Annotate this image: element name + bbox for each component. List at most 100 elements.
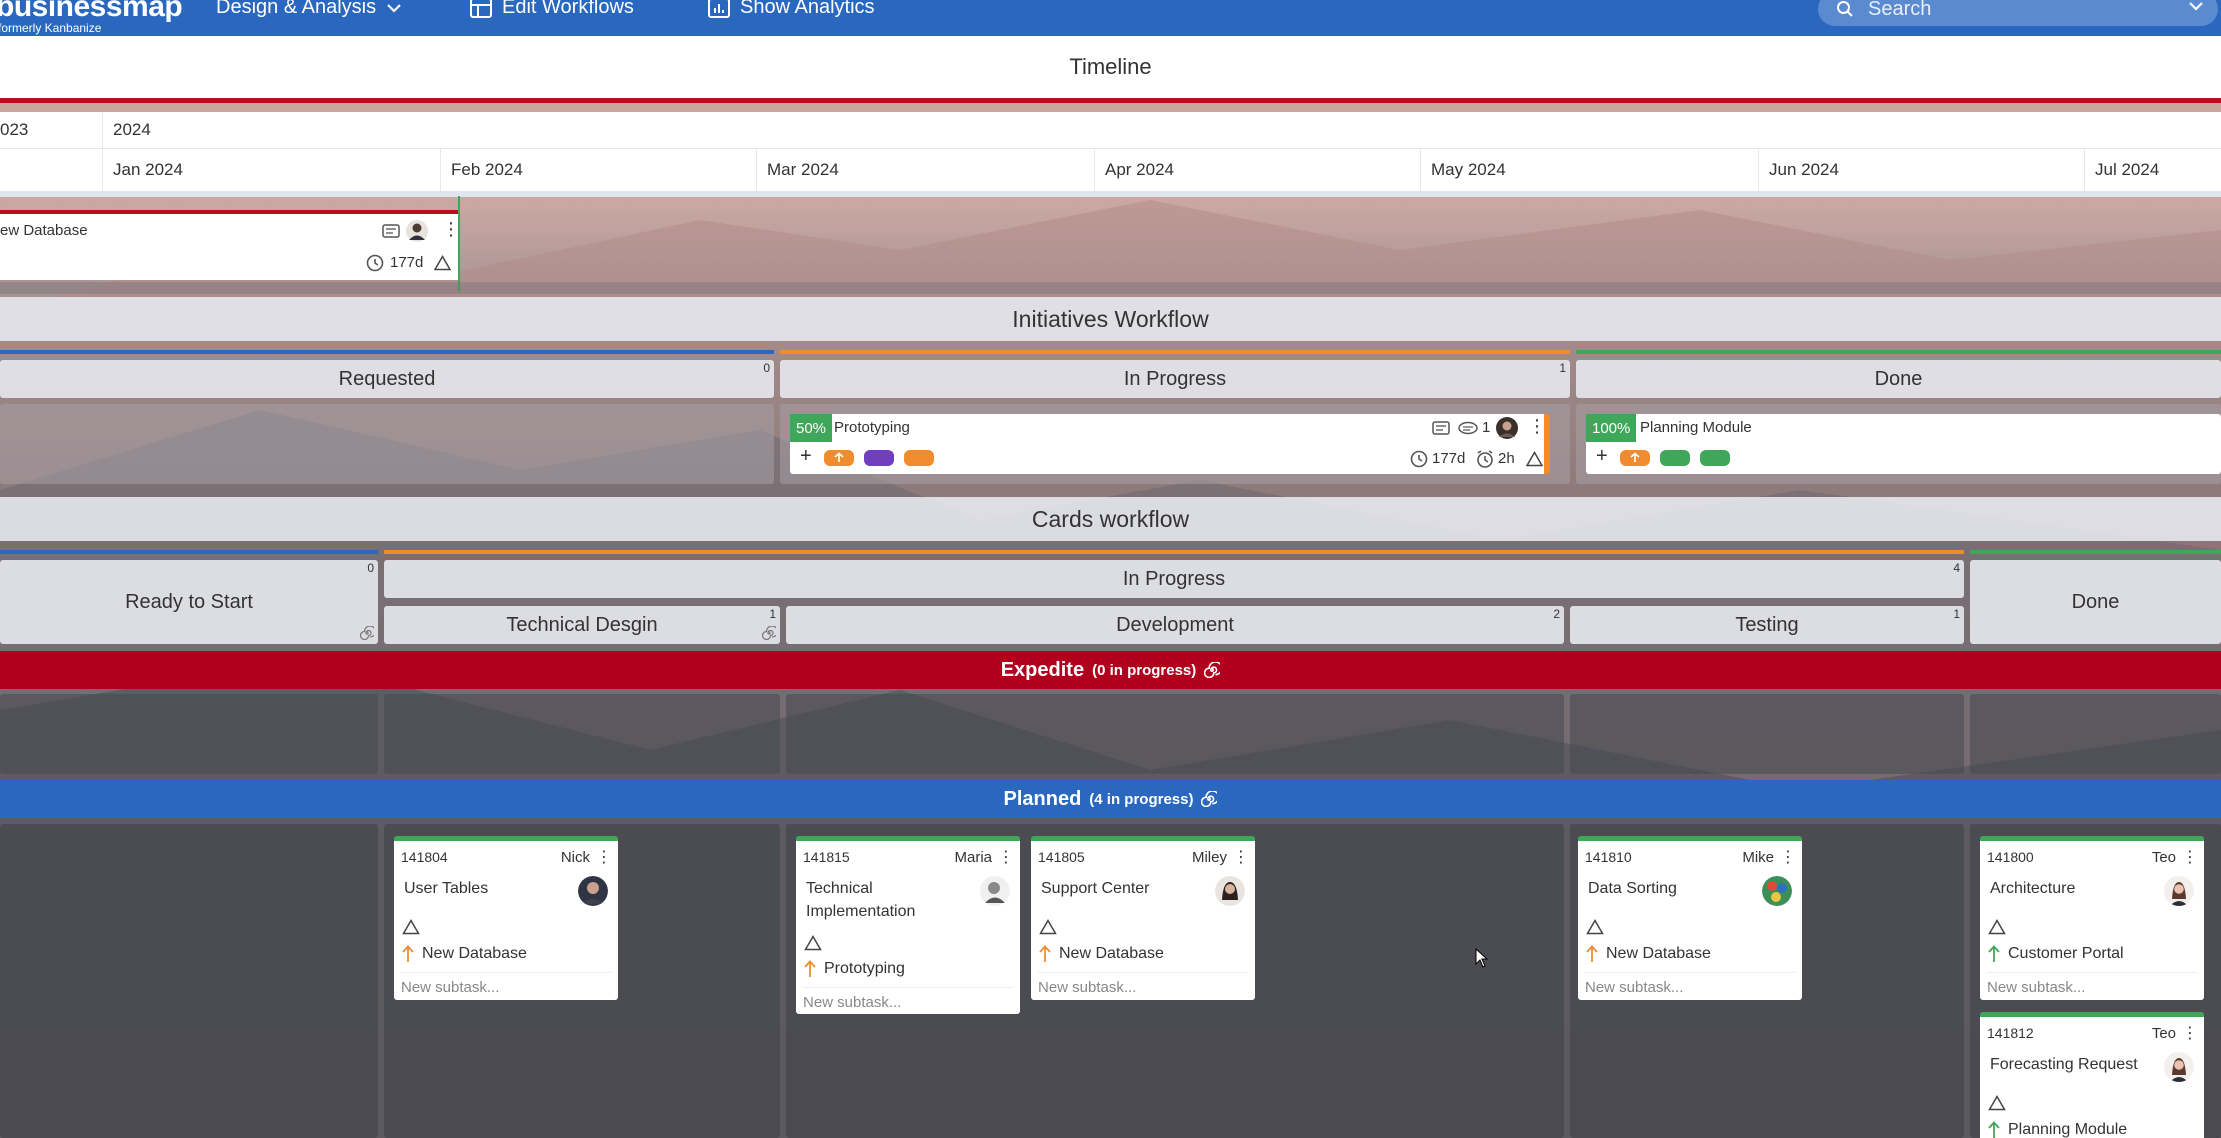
column-count: 0 <box>367 561 374 575</box>
column-development[interactable]: Development 2 <box>786 606 1564 644</box>
businessmap-logo[interactable]: businessmap formerly Kanbanize <box>0 0 183 34</box>
expedite-cell[interactable] <box>1570 694 1964 774</box>
card-details-icon[interactable] <box>1432 421 1450 435</box>
kanban-card-141812[interactable]: 141812 Teo ⋮ Forecasting Request Plannin… <box>1980 1012 2204 1138</box>
initiative-card-prototyping[interactable]: 50% Prototyping 1 ⋮ + 177d 2h <box>790 414 1550 474</box>
timeline-month: Mar 2024 <box>756 149 1094 191</box>
kanban-card-141805[interactable]: 141805 Miley ⋮ Support Center New Databa… <box>1031 836 1255 1000</box>
expedite-cell[interactable] <box>0 694 378 774</box>
column-in-progress[interactable]: In Progress 1 <box>780 360 1570 398</box>
column-done[interactable]: Done <box>1576 360 2221 398</box>
column-done[interactable]: Done <box>1970 560 2221 644</box>
new-subtask-input[interactable]: New subtask... <box>1585 972 1795 996</box>
avatar[interactable] <box>2164 876 2194 906</box>
add-icon[interactable]: + <box>1596 446 1608 466</box>
nav-edit-workflows[interactable]: Edit Workflows <box>470 0 634 19</box>
clock-icon <box>366 254 384 272</box>
expedite-cell[interactable] <box>786 694 1564 774</box>
new-subtask-input[interactable]: New subtask... <box>1987 972 2197 996</box>
warning-triangle-icon[interactable] <box>1039 919 1057 935</box>
swimlane-expedite[interactable]: Expedite (0 in progress) <box>0 651 2221 689</box>
tag-green[interactable] <box>1660 450 1690 466</box>
wip-spiral-icon <box>1204 662 1221 678</box>
new-subtask-input[interactable]: New subtask... <box>401 972 611 996</box>
card-id: 141812 <box>1987 1025 2034 1041</box>
chevron-down-icon[interactable] <box>2188 1 2204 11</box>
avatar[interactable] <box>578 876 608 906</box>
initiative-card-planning-module[interactable]: 100% Planning Module + <box>1586 414 2221 474</box>
wip-spiral-icon <box>1201 791 1218 807</box>
kanban-card-141810[interactable]: 141810 Mike ⋮ Data Sorting New Database … <box>1578 836 1802 1000</box>
kanban-card-141804[interactable]: 141804 Nick ⋮ User Tables New Database N… <box>394 836 618 1000</box>
new-subtask-input[interactable]: New subtask... <box>1038 972 1248 996</box>
warning-triangle-icon[interactable] <box>1988 1095 2006 1111</box>
avatar[interactable] <box>1762 876 1792 906</box>
card-id: 141805 <box>1038 849 1085 865</box>
parent-link[interactable]: New Database <box>402 945 527 963</box>
search-input[interactable]: Search <box>1818 0 2218 26</box>
initiatives-cell-requested[interactable] <box>0 404 774 484</box>
nav-design-analysis[interactable]: Design & Analysis <box>216 0 402 19</box>
timeline-initiative-bar[interactable]: ew Database ⋮ 177d <box>0 210 460 280</box>
arrow-up-icon <box>402 945 414 962</box>
timeline-month: Apr 2024 <box>1094 149 1420 191</box>
new-subtask-input[interactable]: New subtask... <box>803 987 1013 1011</box>
column-count: 1 <box>1559 361 1566 375</box>
warning-triangle-icon[interactable] <box>402 919 420 935</box>
more-options-icon[interactable]: ⋮ <box>1780 847 1796 867</box>
warning-triangle-icon[interactable] <box>434 255 451 271</box>
parent-link[interactable]: Planning Module <box>1988 1121 2127 1138</box>
timeline-year: 023 <box>0 120 29 139</box>
more-options-icon[interactable]: ⋮ <box>1528 416 1546 437</box>
warning-triangle-icon[interactable] <box>1526 451 1543 467</box>
more-options-icon[interactable]: ⋮ <box>2182 847 2198 867</box>
tag-green[interactable] <box>1700 450 1730 466</box>
avatar[interactable] <box>1215 876 1245 906</box>
column-in-progress[interactable]: In Progress 4 <box>384 560 1964 598</box>
column-ready-to-start[interactable]: Ready to Start 0 <box>0 560 378 644</box>
card-details-icon[interactable] <box>382 224 400 238</box>
card-title: Technical Implementation <box>806 880 916 920</box>
more-options-icon[interactable]: ⋮ <box>2182 1023 2198 1043</box>
kanban-card-141800[interactable]: 141800 Teo ⋮ Architecture Customer Porta… <box>1980 836 2204 1000</box>
kanban-card-141815[interactable]: 141815 Maria ⋮ Technical Implementation P… <box>796 836 1020 1014</box>
expedite-cell[interactable] <box>1970 694 2221 774</box>
parent-link[interactable]: Customer Portal <box>1988 945 2124 963</box>
parent-link[interactable]: New Database <box>1586 945 1711 963</box>
priority-tag-orange[interactable] <box>824 450 854 466</box>
swimlane-planned[interactable]: Planned (4 in progress) <box>0 780 2221 818</box>
priority-tag-orange[interactable] <box>1620 450 1650 466</box>
column-count: 1 <box>769 607 776 621</box>
card-title: Prototyping <box>834 419 910 436</box>
wip-spiral-icon <box>360 626 374 640</box>
comment-icon[interactable] <box>1458 421 1478 435</box>
nav-show-analytics[interactable]: Show Analytics <box>708 0 875 19</box>
clock-icon <box>1410 450 1428 468</box>
column-testing[interactable]: Testing 1 <box>1570 606 1964 644</box>
expedite-cell[interactable] <box>384 694 780 774</box>
tag-orange[interactable] <box>904 450 934 466</box>
more-options-icon[interactable]: ⋮ <box>442 219 460 240</box>
more-options-icon[interactable]: ⋮ <box>596 847 612 867</box>
avatar[interactable] <box>1496 417 1518 439</box>
warning-triangle-icon[interactable] <box>1586 919 1604 935</box>
add-icon[interactable]: + <box>800 446 812 466</box>
column-requested[interactable]: Requested 0 <box>0 360 774 398</box>
warning-triangle-icon[interactable] <box>804 935 822 951</box>
card-duration: 177d <box>1432 450 1466 467</box>
tag-purple[interactable] <box>864 450 894 466</box>
parent-link[interactable]: New Database <box>1039 945 1164 963</box>
timeline-month: Jan 2024 <box>102 149 440 191</box>
planned-cell[interactable] <box>0 824 378 1138</box>
card-title: User Tables <box>404 880 489 897</box>
column-technical-design[interactable]: Technical Desgin 1 <box>384 606 780 644</box>
more-options-icon[interactable]: ⋮ <box>998 847 1014 867</box>
more-options-icon[interactable]: ⋮ <box>1233 847 1249 867</box>
parent-link[interactable]: Prototyping <box>804 960 905 978</box>
avatar[interactable] <box>2164 1052 2194 1082</box>
avatar[interactable] <box>980 876 1010 906</box>
initiatives-workflow-title: Initiatives Workflow <box>0 297 2221 341</box>
avatar[interactable] <box>406 220 428 242</box>
warning-triangle-icon[interactable] <box>1988 919 2006 935</box>
timeline-today-marker <box>458 196 460 291</box>
